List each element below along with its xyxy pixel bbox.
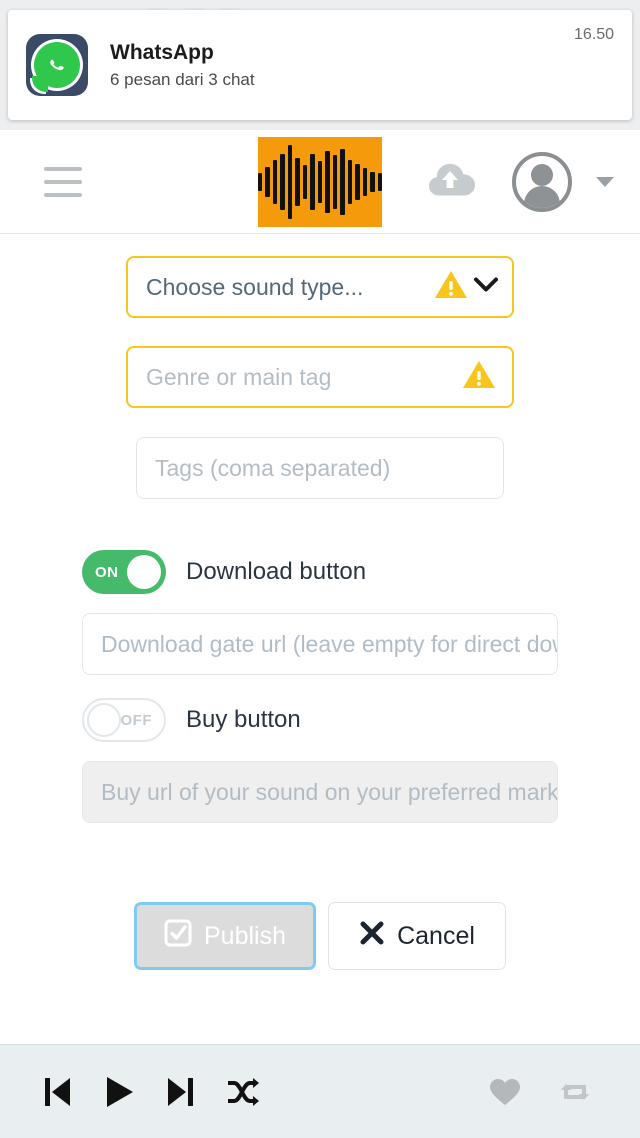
- buy-button-row: OFF Buy button: [82, 698, 301, 742]
- repeat-icon[interactable]: [558, 1076, 592, 1108]
- whatsapp-notification[interactable]: WhatsApp 6 pesan dari 3 chat 16.50: [8, 10, 632, 120]
- form-actions: Publish Cancel: [0, 902, 640, 970]
- caret-down-icon[interactable]: [596, 176, 614, 187]
- chevron-down-icon: [474, 274, 498, 301]
- heart-icon[interactable]: [488, 1076, 522, 1108]
- download-toggle-state: ON: [95, 563, 119, 581]
- app-header: [0, 130, 640, 234]
- notification-summary: 6 pesan dari 3 chat: [110, 69, 255, 89]
- buy-button-toggle[interactable]: OFF: [82, 698, 166, 742]
- user-avatar-icon[interactable]: [512, 151, 572, 212]
- genre-input[interactable]: Genre or main tag: [126, 346, 514, 408]
- check-square-icon: [164, 919, 192, 954]
- download-button-label: Download button: [186, 558, 367, 585]
- download-button-toggle[interactable]: ON: [82, 550, 166, 594]
- skip-previous-icon[interactable]: [42, 1075, 72, 1109]
- download-gate-url-input[interactable]: Download gate url (leave empty for direc…: [82, 613, 558, 675]
- genre-placeholder: Genre or main tag: [146, 363, 332, 390]
- play-icon[interactable]: [102, 1074, 136, 1110]
- tags-placeholder: Tags (coma separated): [155, 454, 391, 481]
- app-root: ps://dsound.audio/#!/upload 6 WhatsApp 6…: [0, 0, 640, 1138]
- sound-type-select[interactable]: Choose sound type...: [126, 256, 514, 318]
- player-secondary-controls: [488, 1076, 592, 1108]
- notification-app-name: WhatsApp: [110, 40, 214, 64]
- skip-next-icon[interactable]: [166, 1075, 196, 1109]
- warning-triangle-icon: [462, 359, 496, 395]
- notification-time: 16.50: [573, 26, 614, 43]
- cancel-button[interactable]: Cancel: [328, 902, 506, 970]
- buy-url-input: Buy url of your sound on your preferred …: [82, 761, 558, 823]
- download-gate-url-placeholder: Download gate url (leave empty for direc…: [101, 630, 557, 657]
- toggle-knob: [127, 555, 161, 589]
- player-bar: [0, 1044, 640, 1138]
- shuffle-icon[interactable]: [226, 1076, 260, 1108]
- buy-toggle-state: OFF: [120, 711, 152, 729]
- toggle-knob: [87, 703, 121, 737]
- cloud-upload-icon[interactable]: [424, 158, 476, 205]
- tags-input[interactable]: Tags (coma separated): [136, 437, 504, 499]
- close-x-icon: [359, 920, 385, 953]
- cancel-button-label: Cancel: [397, 921, 475, 950]
- buy-button-label: Buy button: [186, 706, 301, 733]
- notification-text: WhatsApp 6 pesan dari 3 chat: [110, 41, 574, 90]
- download-button-row: ON Download button: [82, 550, 366, 594]
- dsound-waveform-logo[interactable]: [258, 137, 382, 227]
- whatsapp-icon: [26, 34, 88, 96]
- buy-url-placeholder: Buy url of your sound on your preferred …: [101, 778, 558, 805]
- publish-button[interactable]: Publish: [134, 902, 316, 970]
- hamburger-menu-icon[interactable]: [44, 166, 82, 197]
- publish-button-label: Publish: [204, 921, 286, 950]
- sound-type-value: Choose sound type...: [146, 273, 364, 300]
- player-transport-controls: [42, 1074, 260, 1110]
- warning-triangle-icon: [434, 269, 468, 305]
- phone-glyph: [50, 59, 64, 71]
